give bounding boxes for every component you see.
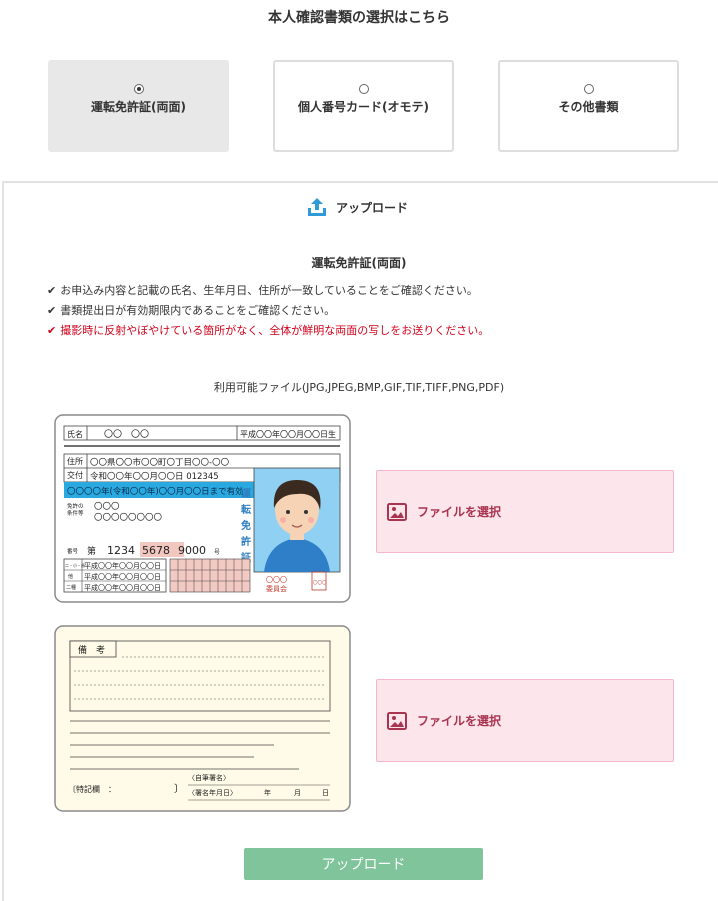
upload-heading-label: アップロード xyxy=(336,200,409,215)
number-highlight: 5678 xyxy=(142,544,170,557)
doc-option-other[interactable]: その他書類 xyxy=(498,60,679,152)
image-icon xyxy=(387,711,407,730)
remarks-label: 備 考 xyxy=(78,644,105,656)
condition-label: 条件等 xyxy=(67,509,84,517)
check-icon: ✔ xyxy=(47,304,57,317)
type-char: 許 xyxy=(241,535,251,548)
doc-option-label: 運転免許証(両面) xyxy=(91,100,186,114)
history-row: 平成〇〇年〇〇月〇〇日 xyxy=(84,583,161,592)
doc-option-label: 個人番号カード(オモテ) xyxy=(298,100,429,114)
upload-submit-button[interactable]: アップロード xyxy=(244,848,483,880)
history-label: 他 xyxy=(68,573,73,580)
name-label: 氏名 xyxy=(67,429,83,439)
note-text: 撮影時に反射やぼやけている箇所がなく、全体が鮮明な両面の写しをお送りください。 xyxy=(60,324,490,337)
history-row: 平成〇〇年〇〇月〇〇日 xyxy=(84,572,161,581)
upload-heading: アップロード xyxy=(306,195,408,219)
self-signature-label: 〈自筆署名〉 xyxy=(188,773,230,782)
upload-icon xyxy=(308,198,326,216)
list-item: ✔ お申込み内容と記載の氏名、生年月日、住所が一致していることをご確認ください。 xyxy=(47,281,489,301)
note-text: 書類提出日が有効期限内であることをご確認ください。 xyxy=(60,304,336,317)
notes-list: ✔ お申込み内容と記載の氏名、生年月日、住所が一致していることをご確認ください。 … xyxy=(47,281,489,341)
condition-value: 〇〇〇〇〇〇〇〇 xyxy=(94,513,163,523)
check-icon: ✔ xyxy=(47,284,57,297)
signature-date-label: 〈署名年月日〉 xyxy=(188,788,237,797)
special-notes-close: 〕 xyxy=(174,783,184,795)
commission-bottom: 委員会 xyxy=(266,584,287,593)
file-select-label: ファイルを選択 xyxy=(417,714,502,728)
radio-drivers-license[interactable] xyxy=(133,84,144,94)
history-row: 平成〇〇年〇〇月〇〇日 xyxy=(84,561,161,570)
number-tail: 9000 xyxy=(178,544,206,557)
doc-option-label: その他書類 xyxy=(558,100,619,114)
seal-text: 〇〇〇 xyxy=(313,580,327,586)
section-title: 運転免許証(両面) xyxy=(311,256,407,270)
radio-my-number-card[interactable] xyxy=(358,84,369,94)
condition-value: 〇〇〇 xyxy=(94,502,120,512)
license-front-image: 氏名 〇〇 〇〇 平成〇〇年〇〇月〇〇日生 住所 〇〇県〇〇市〇〇町〇丁目〇〇-… xyxy=(54,414,351,603)
file-format-note: 利用可能ファイル(JPG,JPEG,BMP,GIF,TIF,TIFF,PNG,P… xyxy=(213,381,505,394)
list-item: ✔ 撮影時に反射やぼやけている箇所がなく、全体が鮮明な両面の写しをお送りください。 xyxy=(47,321,489,341)
commission-top: 〇〇〇 xyxy=(266,576,287,584)
type-char: 転 xyxy=(241,503,251,516)
expiry-text: 〇〇〇〇年(令和〇〇年)〇〇月〇〇日まで有効 xyxy=(67,486,244,497)
issue-value: 令和〇〇年〇〇月〇〇日 012345 xyxy=(90,471,219,482)
doc-option-my-number-card[interactable]: 個人番号カード(オモテ) xyxy=(273,60,454,152)
type-char: 運 xyxy=(241,488,251,500)
history-label: 二・小・原 xyxy=(65,562,85,568)
check-icon: ✔ xyxy=(47,324,57,337)
year-label: 年 xyxy=(264,788,271,797)
page-title: 本人確認書類の選択はこちら xyxy=(268,10,450,26)
number-plain: 1234 xyxy=(107,544,135,557)
birth-date: 平成〇〇年〇〇月〇〇日生 xyxy=(240,429,336,439)
number-prefix: 第 xyxy=(87,545,96,557)
issue-label: 交付 xyxy=(67,470,83,480)
condition-label: 免許の xyxy=(67,502,84,510)
file-select-button-back[interactable]: ファイルを選択 xyxy=(376,679,674,762)
file-select-button-front[interactable]: ファイルを選択 xyxy=(376,470,674,553)
address-value: 〇〇県〇〇市〇〇町〇丁目〇〇-〇〇 xyxy=(90,457,230,468)
day-label: 日 xyxy=(322,789,329,797)
image-icon xyxy=(387,502,407,521)
address-label: 住所 xyxy=(67,456,83,466)
name-value: 〇〇 〇〇 xyxy=(104,429,149,440)
note-text: お申込み内容と記載の氏名、生年月日、住所が一致していることをご確認ください。 xyxy=(60,284,478,297)
license-category-grid xyxy=(169,558,251,593)
list-item: ✔ 書類提出日が有効期限内であることをご確認ください。 xyxy=(47,301,489,321)
number-suffix: 号 xyxy=(214,549,220,556)
number-label: 番号 xyxy=(67,548,79,555)
file-select-label: ファイルを選択 xyxy=(417,505,502,519)
month-label: 月 xyxy=(294,789,301,797)
type-char: 免 xyxy=(241,519,251,532)
license-back-image: 備 考 〔特記欄 ： 〕 〈自筆署名〉 〈署名年月日〉 年 月 日 xyxy=(54,625,351,812)
history-label: 二種 xyxy=(66,584,76,591)
doc-option-drivers-license[interactable]: 運転免許証(両面) xyxy=(48,60,229,152)
special-notes-label: 〔特記欄 ： xyxy=(68,784,116,794)
radio-other[interactable] xyxy=(583,84,594,94)
